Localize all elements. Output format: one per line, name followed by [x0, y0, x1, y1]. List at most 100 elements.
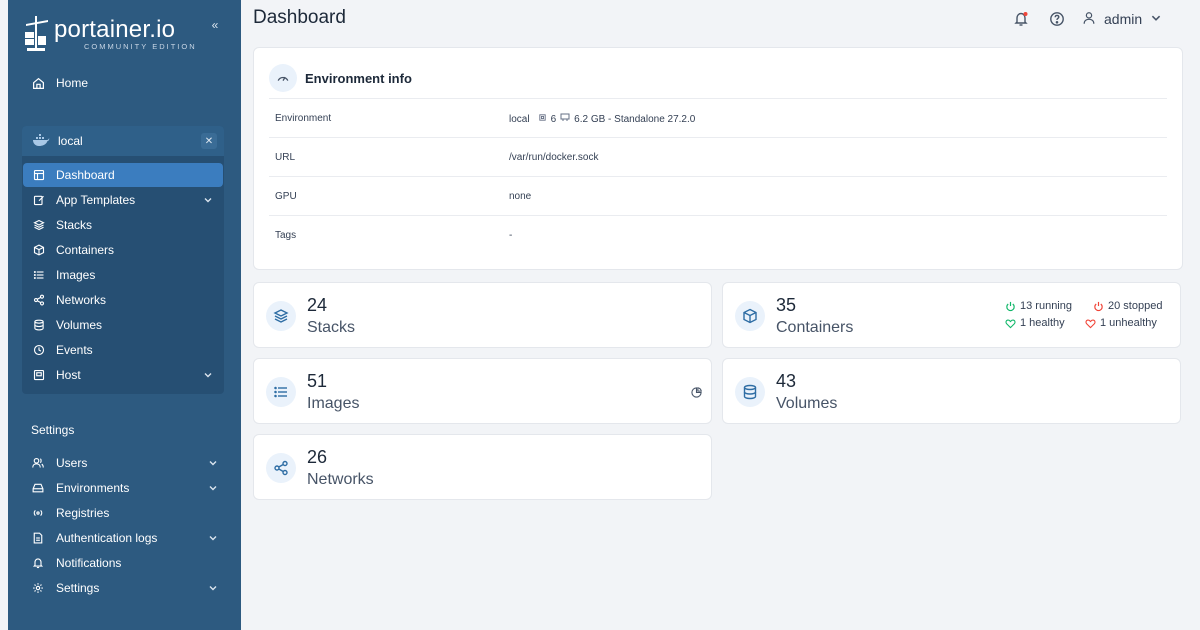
chevron-down-icon — [1150, 11, 1162, 27]
sidebar-item-stacks[interactable]: Stacks — [23, 213, 223, 237]
unhealthy-count: 1 unhealthy — [1100, 317, 1157, 329]
sidebar-item-registries[interactable]: Registries — [24, 501, 226, 525]
sidebar-item-images[interactable]: Images — [23, 263, 223, 287]
sidebar-item-label: Home — [56, 76, 89, 90]
layers-icon — [266, 301, 296, 331]
sidebar-item-notifications[interactable]: Notifications — [24, 551, 226, 575]
sidebar-item-dashboard[interactable]: Dashboard — [23, 163, 223, 187]
sidebar-item-label: Events — [56, 343, 93, 357]
sidebar-item-users[interactable]: Users — [24, 451, 226, 475]
volumes-label: Volumes — [776, 395, 838, 412]
chevron-down-icon[interactable] — [208, 482, 218, 496]
list-icon — [266, 377, 296, 407]
networks-label: Networks — [307, 471, 374, 488]
server-icon — [31, 367, 47, 383]
volumes-count: 43 — [776, 371, 797, 391]
healthy-status: 1 healthy — [1005, 317, 1065, 329]
sidebar-item-events[interactable]: Events — [23, 338, 223, 362]
stopped-count: 20 stopped — [1108, 300, 1163, 312]
sidebar-item-settings[interactable]: Settings — [24, 576, 226, 600]
close-environment-button[interactable]: ✕ — [201, 133, 217, 149]
help-icon[interactable] — [1046, 8, 1068, 30]
power-icon — [1006, 301, 1015, 311]
radio-icon — [30, 505, 46, 521]
info-key: Environment — [275, 113, 332, 124]
running-count: 13 running — [1020, 300, 1072, 312]
sidebar-item-host[interactable]: Host — [23, 363, 223, 387]
chevron-down-icon[interactable] — [203, 369, 213, 383]
sidebar-item-label: Networks — [56, 293, 107, 307]
sidebar-item-label: Stacks — [56, 218, 93, 232]
dashboard-icon — [31, 167, 47, 183]
clock-icon — [31, 342, 47, 358]
sidebar-item-networks[interactable]: Networks — [23, 288, 223, 312]
volumes-card[interactable]: 43 Volumes — [722, 358, 1181, 424]
info-row-environment: Environment local 6 6.2 GB - Standalone … — [269, 98, 1167, 137]
hdd-icon — [30, 480, 46, 496]
sidebar-item-label: Authentication logs — [56, 531, 158, 545]
sidebar-item-environments[interactable]: Environments — [24, 476, 226, 500]
layers-icon — [31, 217, 47, 233]
bell-icon — [30, 555, 46, 571]
sidebar-item-label: Volumes — [56, 318, 103, 332]
info-row-url: URL /var/run/docker.sock — [269, 137, 1167, 176]
environment-header[interactable]: local ✕ — [22, 126, 224, 156]
sidebar-item-containers[interactable]: Containers — [23, 238, 223, 262]
networks-card[interactable]: 26 Networks — [253, 434, 712, 500]
stacks-card[interactable]: 24 Stacks — [253, 282, 712, 348]
sidebar-item-authentication-logs[interactable]: Authentication logs — [24, 526, 226, 550]
panel-title: Environment info — [305, 70, 412, 86]
sidebar-item-label: Environments — [56, 481, 130, 495]
heart-icon — [1005, 319, 1016, 328]
info-value: local 6 6.2 GB - Standalone 27.2.0 — [509, 113, 695, 125]
images-card[interactable]: 51 Images — [253, 358, 712, 424]
healthy-count: 1 healthy — [1020, 317, 1065, 329]
home-icon — [30, 75, 46, 91]
user-icon — [1082, 11, 1096, 28]
brand-name: portainer.io — [54, 16, 176, 43]
power-icon — [1094, 301, 1103, 311]
share-icon — [31, 292, 47, 308]
heart-icon — [1085, 319, 1096, 328]
sidebar-item-label: Registries — [56, 506, 110, 520]
info-value: - — [509, 230, 513, 241]
user-menu[interactable]: admin — [1082, 8, 1162, 30]
unhealthy-status: 1 unhealthy — [1085, 317, 1157, 329]
database-icon — [31, 317, 47, 333]
portainer-logo[interactable]: portainer.io COMMUNITY EDITION — [22, 14, 212, 56]
chevron-down-icon[interactable] — [208, 532, 218, 546]
list-icon — [31, 267, 47, 283]
portainer-crane-icon — [25, 16, 48, 51]
cpu-count: 6 — [550, 113, 557, 125]
database-icon — [735, 377, 765, 407]
sidebar-item-label: App Templates — [56, 193, 136, 207]
notifications-bell-icon[interactable] — [1010, 8, 1032, 30]
info-row-gpu: GPU none — [269, 176, 1167, 215]
info-value: /var/run/docker.sock — [509, 152, 599, 163]
environment-value: local — [509, 113, 530, 125]
page-title: Dashboard — [253, 7, 346, 28]
containers-label: Containers — [776, 319, 854, 336]
memory-icon — [560, 113, 570, 125]
environment-section: local ✕ Dashboard App Templates Stacks C… — [22, 126, 224, 394]
stacks-count: 24 — [307, 295, 328, 315]
info-key: GPU — [275, 191, 297, 202]
sidebar-item-volumes[interactable]: Volumes — [23, 313, 223, 337]
share-icon — [266, 453, 296, 483]
docker-icon — [32, 133, 50, 152]
sidebar-item-label: Images — [56, 268, 96, 282]
username: admin — [1104, 11, 1143, 27]
info-row-tags: Tags - — [269, 215, 1167, 254]
collapse-sidebar-button[interactable]: « — [204, 14, 226, 36]
memory-value: 6.2 GB - Standalone 27.2.0 — [574, 113, 696, 125]
sidebar-item-home[interactable]: Home — [24, 71, 226, 95]
chevron-down-icon[interactable] — [203, 194, 213, 208]
chevron-down-icon[interactable] — [208, 582, 218, 596]
sidebar-item-label: Host — [56, 368, 81, 382]
containers-card[interactable]: 35 Containers 13 running 20 stopped 1 he… — [722, 282, 1181, 348]
sidebar-item-app-templates[interactable]: App Templates — [23, 188, 223, 212]
stopped-status: 20 stopped — [1093, 300, 1162, 312]
file-icon — [30, 530, 46, 546]
chevron-down-icon[interactable] — [208, 457, 218, 471]
images-label: Images — [307, 395, 360, 412]
